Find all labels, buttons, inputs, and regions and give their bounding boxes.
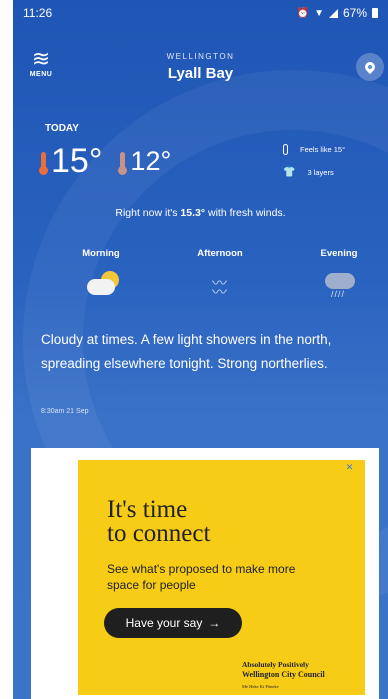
wifi-icon: ▼ [314, 7, 324, 19]
current-temperature: 15.3° [180, 207, 206, 219]
ad-headline-2: to connect [107, 520, 211, 547]
battery-level: 67% [342, 6, 367, 20]
high-temperature: 15° [51, 142, 103, 180]
feels-like-text: Feels like 15° [300, 145, 346, 154]
thermometer-high-icon [39, 151, 48, 175]
thermometer-low-icon [118, 151, 128, 175]
alarm-icon: ⏰ [296, 7, 310, 19]
status-bar: 11:26 ⏰ ▼ 67% [13, 0, 388, 26]
forecast-issued-time: 8:30am 21 Sep [41, 408, 89, 415]
cloud-sun-icon [61, 267, 141, 303]
council-tagline: Absolutely Positively [242, 660, 309, 669]
layers-text: 3 layers [307, 168, 334, 177]
thermometer-icon [283, 144, 288, 155]
temperature-range: 15° 12° [39, 142, 172, 181]
right-now-suffix: with fresh winds. [207, 207, 286, 219]
period-morning[interactable]: Morning [61, 248, 141, 303]
status-icons: ⏰ ▼ 67% [297, 6, 378, 20]
right-now-prefix: Right now it's [115, 207, 178, 219]
council-logo: Absolutely Positively Wellington City Co… [242, 660, 360, 692]
low-temperature: 12° [130, 146, 172, 176]
day-periods: Morning Afternoon 〰〰 Evening //// [61, 248, 379, 303]
advertisement-banner[interactable]: ✕ It's time to connect See what's propos… [78, 460, 365, 695]
council-name: Wellington City Council [242, 670, 325, 679]
advertisement-card: ✕ It's time to connect See what's propos… [31, 448, 379, 699]
suburb-name[interactable]: Lyall Bay [13, 65, 388, 82]
cta-label: Have your say [125, 616, 203, 630]
ad-subtext: See what's proposed to make more space f… [107, 562, 296, 592]
shirt-icon: 👕 [283, 167, 296, 178]
today-label: TODAY [45, 123, 79, 134]
feels-like-panel: Feels like 15° 👕 3 layers [283, 144, 345, 178]
wind-icon: 〰〰 [211, 275, 227, 301]
layers-row: 👕 3 layers [283, 167, 345, 178]
location-header: WELLINGTON Lyall Bay [13, 52, 388, 82]
location-pin-icon [362, 59, 378, 75]
period-name: Morning [82, 248, 120, 259]
council-maori-name: Me Heke Ki Pōneke [242, 684, 279, 689]
feels-like-row: Feels like 15° [283, 144, 345, 155]
period-name: Evening [320, 248, 358, 259]
current-conditions: Right now it's 15.3° with fresh winds. [13, 207, 388, 219]
weather-screen: 11:26 ⏰ ▼ 67% ≋ MENU WELLINGTON Lyall Ba… [13, 0, 388, 699]
period-name: Afternoon [197, 248, 243, 259]
status-time: 11:26 [23, 6, 53, 20]
signal-icon [328, 8, 338, 18]
location-button[interactable] [356, 53, 384, 81]
forecast-text: Cloudy at times. A few light showers in … [41, 332, 332, 371]
region-label: WELLINGTON [166, 52, 235, 61]
have-your-say-button[interactable]: Have your say → [104, 608, 242, 638]
ad-close-icon[interactable]: ✕ [344, 462, 355, 473]
period-afternoon[interactable]: Afternoon 〰〰 [180, 248, 260, 303]
arrow-right-icon: → [208, 616, 221, 630]
period-evening[interactable]: Evening //// [299, 248, 379, 303]
battery-icon [372, 8, 378, 18]
cloud-rain-icon: //// [299, 267, 379, 303]
